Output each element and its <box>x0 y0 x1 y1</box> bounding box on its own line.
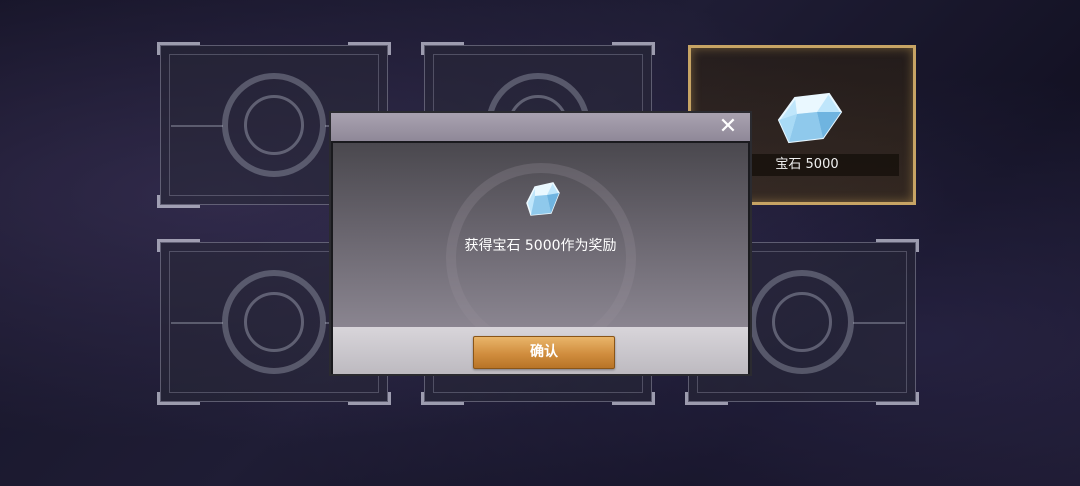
card-corner <box>876 392 919 405</box>
card-emblem-inner <box>244 292 304 352</box>
card-corner <box>421 42 464 55</box>
card-deco-line <box>171 322 223 324</box>
card-emblem-inner <box>772 292 832 352</box>
reward-dialog: ✕ 获得宝石 5000作为奖励 确认 <box>329 111 752 376</box>
card-corner <box>348 392 391 405</box>
card-deco-line <box>853 322 905 324</box>
card-deco-line <box>171 125 223 127</box>
reward-message: 获得宝石 5000作为奖励 <box>464 238 617 254</box>
card-emblem-inner <box>244 95 304 155</box>
card-corner <box>157 392 200 405</box>
card-corner <box>348 42 391 55</box>
card-corner <box>612 42 655 55</box>
card-corner <box>157 239 200 252</box>
card-corner <box>421 392 464 405</box>
gem-icon <box>526 182 560 216</box>
card-corner <box>685 392 728 405</box>
dialog-titlebar: ✕ <box>331 113 750 141</box>
card-corner <box>612 392 655 405</box>
dialog-footer: 确认 <box>333 327 748 374</box>
card-corner <box>157 195 200 208</box>
close-icon[interactable]: ✕ <box>716 116 740 138</box>
gem-icon <box>777 92 843 144</box>
card-corner <box>157 42 200 55</box>
card-corner <box>876 239 919 252</box>
confirm-button[interactable]: 确认 <box>473 336 615 369</box>
dialog-body: 获得宝石 5000作为奖励 <box>333 143 748 327</box>
